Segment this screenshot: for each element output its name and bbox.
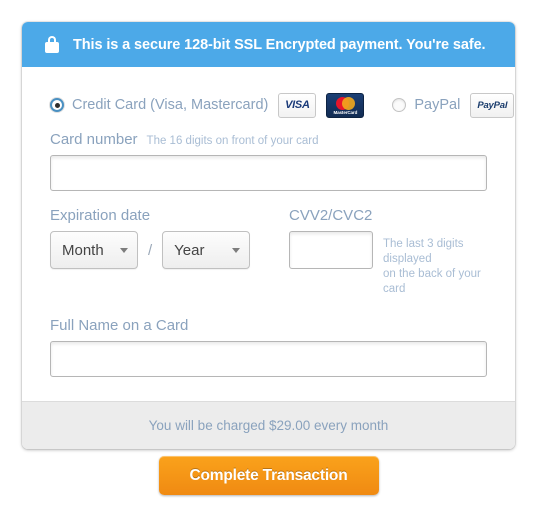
payment-method-credit-card[interactable]: Credit Card (Visa, Mastercard) VISA Mast… — [50, 92, 365, 118]
charge-footer: You will be charged $29.00 every month — [22, 401, 515, 449]
expiration-year-value: Year — [174, 241, 205, 259]
expiration-month-value: Month — [62, 241, 104, 259]
card-number-hint: The 16 digits on front of your card — [146, 135, 319, 147]
expiration-label-line: Expiration date — [50, 207, 289, 224]
charge-notice: You will be charged $29.00 every month — [148, 418, 389, 433]
full-name-group: Full Name on a Card — [50, 317, 487, 399]
chevron-down-icon — [232, 247, 241, 253]
full-name-input[interactable] — [50, 341, 487, 377]
expiration-year-select[interactable]: Year — [162, 231, 251, 269]
cvv-label-line: CVV2/CVC2 — [289, 207, 487, 224]
expiration-cvv-row: Expiration date Month / Year CVV2/CVC2 T… — [50, 207, 487, 297]
credit-card-radio[interactable] — [50, 98, 64, 112]
cvv-input[interactable] — [289, 231, 373, 269]
payment-method-row: Credit Card (Visa, Mastercard) VISA Mast… — [50, 85, 515, 125]
full-name-label: Full Name on a Card — [50, 317, 189, 334]
cvv-input-row: The last 3 digits displayed on the back … — [289, 231, 487, 297]
full-name-label-line: Full Name on a Card — [50, 317, 487, 334]
complete-transaction-button[interactable]: Complete Transaction — [158, 456, 379, 495]
cvv-label: CVV2/CVC2 — [289, 207, 373, 224]
paypal-logo: PayPal — [470, 92, 515, 118]
card-number-group: Card number The 16 digits on front of yo… — [50, 131, 487, 191]
expiration-group: Expiration date Month / Year — [50, 207, 289, 297]
payment-method-paypal[interactable]: PayPal PayPal — [392, 92, 515, 118]
cvv-hint-line-1: The last 3 digits displayed — [383, 238, 464, 265]
expiration-month-select[interactable]: Month — [50, 231, 138, 269]
expiration-select-row: Month / Year — [50, 231, 289, 269]
mastercard-logo-text: MasterCard — [333, 109, 358, 115]
card-number-input[interactable] — [50, 155, 487, 191]
paypal-label: PayPal — [414, 97, 461, 113]
lock-icon — [45, 36, 59, 53]
secure-banner: This is a secure 128-bit SSL Encrypted p… — [22, 22, 515, 67]
credit-card-label: Credit Card (Visa, Mastercard) — [72, 97, 269, 113]
expiration-separator: / — [148, 241, 153, 259]
cvv-group: CVV2/CVC2 The last 3 digits displayed on… — [289, 207, 487, 297]
visa-logo: VISA — [278, 92, 317, 118]
payment-page: This is a secure 128-bit SSL Encrypted p… — [0, 0, 537, 511]
expiration-label: Expiration date — [50, 207, 151, 224]
mastercard-logo: MasterCard — [326, 92, 365, 118]
card-number-label-line: Card number The 16 digits on front of yo… — [50, 131, 487, 148]
cvv-hint-line-2: on the back of your card — [383, 268, 481, 295]
paypal-radio[interactable] — [392, 98, 407, 112]
payment-form: Credit Card (Visa, Mastercard) VISA Mast… — [22, 67, 515, 399]
payment-card: This is a secure 128-bit SSL Encrypted p… — [22, 22, 515, 449]
cvv-hint: The last 3 digits displayed on the back … — [383, 237, 487, 297]
secure-banner-text: This is a secure 128-bit SSL Encrypted p… — [73, 36, 486, 53]
card-number-label: Card number — [50, 131, 138, 148]
cta-wrapper: Complete Transaction — [0, 456, 537, 495]
chevron-down-icon — [120, 247, 128, 253]
